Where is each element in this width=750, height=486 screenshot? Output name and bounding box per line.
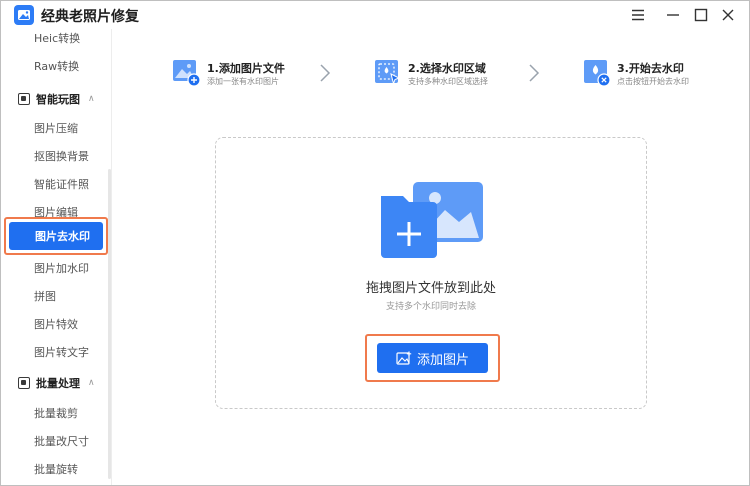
step-desc: 点击按钮开始去水印 (617, 77, 689, 86)
sidebar-item-batch-rotate[interactable]: 批量旋转 (34, 461, 78, 477)
select-area-icon (375, 60, 401, 86)
chevron-right-icon (320, 64, 331, 82)
sidebar: Heic转换 Raw转换 智能玩图 ∧ 图片压缩 抠图换背景 智能证件照 图片编… (1, 29, 112, 485)
sidebar-item-batch-crop[interactable]: 批量裁剪 (34, 405, 78, 421)
active-item-highlight: 图片去水印 (4, 217, 108, 255)
drop-zone[interactable]: 拖拽图片文件放到此处 支持多个水印同时去除 添加图片 (215, 137, 647, 409)
drop-subtitle: 支持多个水印同时去除 (385, 302, 476, 312)
sidebar-group-smart[interactable]: 智能玩图 ∧ (18, 90, 95, 108)
step-title: 2.选择水印区域 (408, 62, 486, 75)
smart-play-icon (18, 93, 30, 105)
step-title: 3.开始去水印 (617, 62, 684, 75)
sidebar-item-cutout[interactable]: 抠图换背景 (34, 148, 89, 164)
batch-process-icon (18, 377, 30, 389)
maximize-icon[interactable] (690, 4, 712, 26)
chevron-up-icon: ∧ (88, 94, 95, 104)
sidebar-scrollbar[interactable] (108, 169, 111, 479)
app-logo-icon (14, 5, 34, 25)
chevron-up-icon: ∧ (88, 378, 95, 388)
sidebar-item-batch-resize[interactable]: 批量改尺寸 (34, 433, 89, 449)
image-plus-icon (396, 351, 412, 365)
sidebar-item-effects[interactable]: 图片特效 (34, 316, 78, 332)
sidebar-item-heic[interactable]: Heic转换 (34, 30, 80, 46)
step-title: 1.添加图片文件 (207, 62, 285, 75)
add-image-icon (173, 60, 201, 87)
sidebar-item-remove-watermark[interactable]: 图片去水印 (9, 222, 103, 250)
menu-icon[interactable] (627, 4, 649, 26)
app-title: 经典老照片修复 (41, 9, 139, 25)
step-desc: 支持多种水印区域选择 (408, 77, 488, 86)
sidebar-item-add-watermark[interactable]: 图片加水印 (34, 260, 89, 276)
drop-title: 拖拽图片文件放到此处 (365, 281, 496, 296)
sidebar-group-batch[interactable]: 批量处理 ∧ (18, 374, 95, 392)
add-image-highlight: 添加图片 (365, 334, 500, 382)
chevron-right-icon (529, 64, 540, 82)
step-desc: 添加一张有水印图片 (207, 77, 279, 86)
app-window: 经典老照片修复 Heic转换 Raw转换 智能玩图 ∧ 图片压缩 抠图换背景 智… (0, 0, 750, 486)
title-bar: 经典老照片修复 (1, 1, 749, 29)
sidebar-item-collage[interactable]: 拼图 (34, 288, 56, 304)
sidebar-item-ocr[interactable]: 图片转文字 (34, 344, 89, 360)
sidebar-item-compress[interactable]: 图片压缩 (34, 120, 78, 136)
sidebar-item-id-photo[interactable]: 智能证件照 (34, 176, 89, 192)
add-image-button[interactable]: 添加图片 (377, 343, 488, 373)
folder-image-icon (381, 182, 483, 258)
sidebar-item-raw[interactable]: Raw转换 (34, 58, 79, 74)
remove-watermark-icon (584, 60, 611, 87)
minimize-icon[interactable] (662, 4, 684, 26)
close-icon[interactable] (717, 4, 739, 26)
